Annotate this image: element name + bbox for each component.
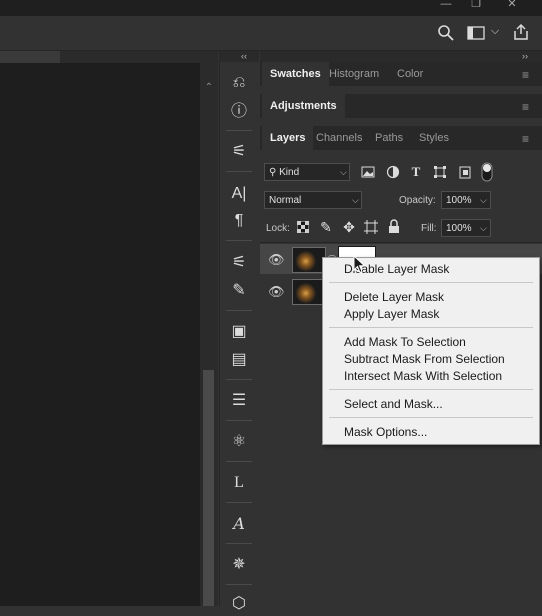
character-icon[interactable]: A| (226, 182, 252, 206)
blend-mode-value: Normal (269, 195, 302, 206)
3d-icon[interactable]: ⚛ (226, 430, 252, 454)
brush-settings-icon[interactable]: ⚟ (226, 251, 252, 275)
smart-object-filter-icon[interactable] (458, 165, 472, 179)
tool-divider (226, 379, 252, 380)
collapse-icon[interactable]: ‹‹ (241, 51, 255, 62)
chevron-down-icon[interactable]: ⌵ (480, 195, 487, 206)
scroll-up-icon[interactable]: ⌃ (203, 82, 215, 94)
brushes-icon[interactable]: ✎ (226, 279, 252, 303)
tool-divider (226, 310, 252, 311)
lock-image-icon[interactable]: ✎ (318, 219, 334, 236)
lock-artboard-icon[interactable] (364, 220, 378, 234)
search-icon[interactable] (437, 24, 455, 42)
tab-color[interactable]: Color (389, 62, 431, 86)
navigator-icon[interactable]: ✵ (226, 553, 252, 577)
tab-histogram[interactable]: Histogram (321, 62, 387, 86)
type-filter-icon[interactable]: T (409, 164, 423, 180)
title-bar (0, 0, 542, 16)
visibility-eye-icon[interactable]: 👁 (268, 252, 285, 268)
divider (260, 242, 542, 243)
lock-label: Lock: (266, 223, 290, 234)
close-icon[interactable]: ✕ (498, 0, 526, 10)
paragraph-icon[interactable]: ¶ (226, 209, 252, 233)
notes-icon[interactable]: ▤ (226, 348, 252, 372)
menu-item-mask-options[interactable]: Mask Options... (344, 424, 427, 441)
workspace-icon[interactable] (467, 26, 485, 40)
shape-filter-icon[interactable] (433, 165, 447, 179)
filter-toggle-icon[interactable] (481, 162, 493, 182)
fill-label: Fill: (421, 223, 437, 234)
panel-menu-icon[interactable]: ≡ (522, 100, 529, 114)
filter-kind-label: Kind (279, 167, 300, 178)
panel-menu-icon[interactable]: ≡ (522, 68, 529, 82)
tab-channels[interactable]: Channels (308, 126, 370, 150)
tool-divider (226, 543, 252, 544)
tab-styles[interactable]: Styles (411, 126, 457, 150)
glyphs-icon[interactable]: 𝐴 (226, 512, 252, 536)
tool-divider (226, 584, 252, 585)
canvas-area[interactable] (0, 63, 200, 606)
menu-item-select-and-mask[interactable]: Select and Mask... (344, 396, 443, 413)
tool-divider (226, 240, 252, 241)
layer-thumbnail[interactable] (292, 247, 326, 273)
lock-position-icon[interactable]: ✥ (341, 219, 357, 236)
properties-icon[interactable]: ☰ (226, 389, 252, 413)
opacity-label: Opacity: (399, 195, 436, 206)
chevron-down-icon: ⌵ (340, 167, 347, 177)
menu-separator (329, 282, 533, 283)
menu-separator (329, 389, 533, 390)
info-icon[interactable]: ⓘ (226, 100, 252, 124)
tab-swatches[interactable]: Swatches (262, 62, 329, 86)
clone-source-icon[interactable]: ⚟ (226, 140, 252, 164)
tool-divider (226, 461, 252, 462)
visibility-eye-icon[interactable]: 👁 (268, 284, 285, 300)
search-icon: ⚲ (269, 167, 277, 178)
document-tab[interactable] (0, 51, 60, 63)
image-filter-icon[interactable] (361, 166, 375, 178)
3d-object-icon[interactable]: ⬡ (226, 592, 252, 616)
fill-value: 100% (446, 223, 472, 234)
share-icon[interactable] (512, 23, 530, 41)
layer-thumbnail[interactable] (292, 279, 326, 305)
options-bar (0, 16, 542, 51)
adjustment-filter-icon[interactable] (386, 165, 400, 179)
lock-transparent-icon[interactable] (297, 221, 309, 233)
menu-item-delete-layer-mask[interactable]: Delete Layer Mask (344, 289, 444, 306)
tool-divider (226, 502, 252, 503)
chevron-down-icon[interactable]: ⌵ (489, 25, 501, 39)
dock-expand-bar[interactable] (260, 51, 542, 62)
layer-filter-select[interactable]: ⚲ Kind (264, 163, 350, 181)
tab-paths[interactable]: Paths (367, 126, 411, 150)
menu-separator (329, 417, 533, 418)
tab-layers[interactable]: Layers (262, 126, 314, 150)
layer-comps-icon[interactable]: L (226, 471, 252, 495)
menu-item-intersect-mask-with-selection[interactable]: Intersect Mask With Selection (344, 368, 502, 385)
layer-mask-context-menu: Disable Layer Mask Delete Layer Mask App… (322, 257, 540, 445)
lock-all-icon[interactable] (388, 219, 400, 234)
chevron-down-icon[interactable]: ⌵ (480, 223, 487, 234)
mouse-cursor-icon (353, 255, 366, 274)
history-icon[interactable]: ⎌ (226, 71, 252, 95)
menu-item-subtract-mask-from-selection[interactable]: Subtract Mask From Selection (344, 351, 505, 368)
tool-divider (226, 420, 252, 421)
scrollbar-thumb[interactable] (203, 370, 214, 606)
libraries-icon[interactable]: ▣ (226, 320, 252, 344)
opacity-value: 100% (446, 195, 472, 206)
menu-separator (329, 327, 533, 328)
tool-divider (226, 171, 252, 172)
tab-adjustments[interactable]: Adjustments (262, 94, 345, 118)
expand-icon[interactable]: ›› (522, 51, 536, 62)
restore-icon[interactable]: ❐ (462, 0, 490, 10)
menu-item-apply-layer-mask[interactable]: Apply Layer Mask (344, 306, 439, 323)
minimize-icon[interactable]: — (432, 0, 460, 10)
menu-item-add-mask-to-selection[interactable]: Add Mask To Selection (344, 334, 466, 351)
tool-divider (226, 130, 252, 131)
blend-mode-select[interactable]: Normal (264, 191, 362, 209)
panel-menu-icon[interactable]: ≡ (522, 132, 529, 146)
chevron-down-icon: ⌵ (352, 195, 359, 205)
